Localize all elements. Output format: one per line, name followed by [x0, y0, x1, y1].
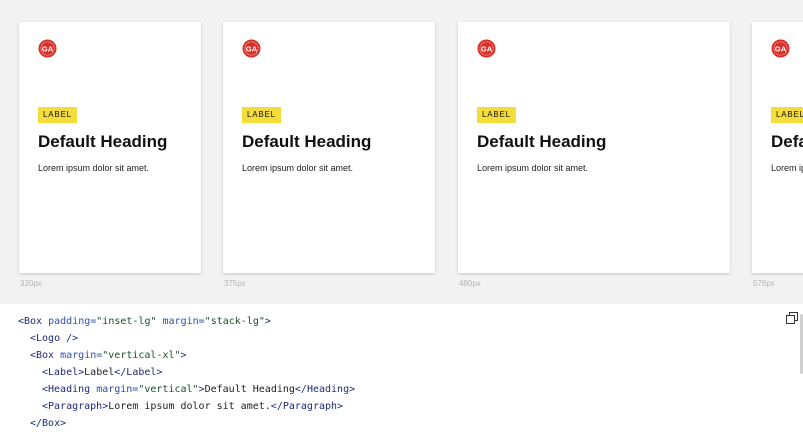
code-line-1: <Box padding="inset-lg" margin="stack-lg…: [18, 316, 271, 327]
card-paragraph: Lorem ipsum dolor sit amet.: [38, 163, 150, 173]
svg-text:GA: GA: [246, 44, 258, 53]
card-375: GA LABEL Default Heading Lorem ipsum dol…: [223, 22, 435, 273]
code-line-6: <Paragraph>Lorem ipsum dolor sit amet.</…: [42, 401, 344, 412]
card-heading: Default Heading: [38, 132, 168, 151]
label-badge: LABEL: [771, 107, 803, 123]
width-label-480: 480px: [459, 279, 481, 288]
svg-text:GA: GA: [42, 44, 54, 53]
copy-icon[interactable]: [786, 312, 798, 324]
code-snippet[interactable]: <Box padding="inset-lg" margin="stack-lg…: [0, 304, 803, 432]
component-preview: GA LABEL Default Heading Lorem ipsum dol…: [0, 0, 803, 304]
svg-text:GA: GA: [775, 44, 787, 53]
label-badge: LABEL: [477, 107, 516, 123]
card-576: GA LABEL Default Heading Lorem ipsum dol…: [752, 22, 803, 273]
card-paragraph: Lorem ipsum dolor sit amet.: [771, 163, 803, 173]
width-label-576: 576px: [753, 279, 775, 288]
label-badge: LABEL: [38, 107, 77, 123]
ga-logo-icon: GA: [38, 39, 57, 58]
card-heading: Default Heading: [477, 132, 607, 151]
code-line-4: <Label>Label</Label>: [42, 367, 163, 378]
width-label-375: 375px: [224, 279, 246, 288]
ga-logo-icon: GA: [771, 39, 790, 58]
code-line-3: <Box margin="vertical-xl">: [30, 350, 187, 361]
card-heading: Default Heading: [242, 132, 372, 151]
card-paragraph: Lorem ipsum dolor sit amet.: [477, 163, 589, 173]
code-line-7: </Box>: [30, 418, 67, 429]
ga-logo-icon: GA: [242, 39, 261, 58]
width-label-320: 320px: [20, 279, 42, 288]
code-line-5: <Heading margin="vertical">Default Headi…: [42, 384, 356, 395]
ga-logo-icon: GA: [477, 39, 496, 58]
card-heading: Default Heading: [771, 132, 803, 151]
label-badge: LABEL: [242, 107, 281, 123]
card-480: GA LABEL Default Heading Lorem ipsum dol…: [458, 22, 730, 273]
code-line-2: <Logo />: [30, 333, 79, 344]
card-paragraph: Lorem ipsum dolor sit amet.: [242, 163, 354, 173]
svg-text:GA: GA: [481, 44, 493, 53]
card-320: GA LABEL Default Heading Lorem ipsum dol…: [19, 22, 201, 273]
